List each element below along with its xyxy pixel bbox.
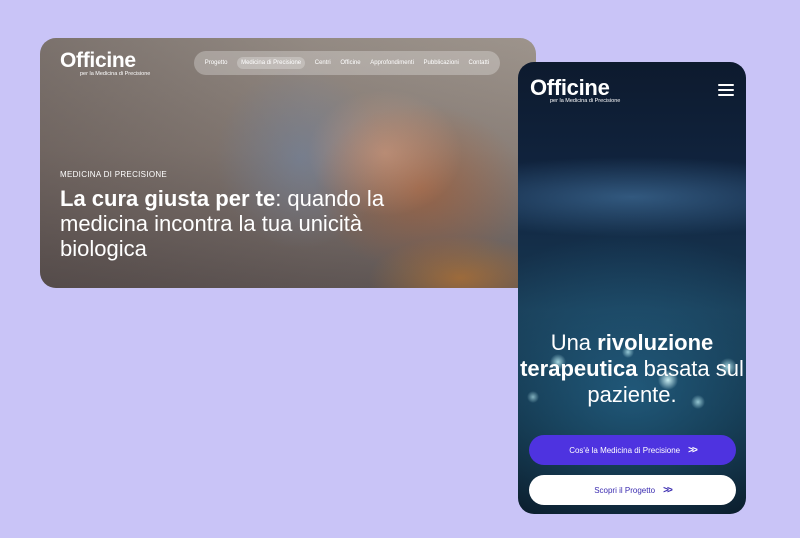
mobile-headline: Una rivoluzione terapeutica basata sul p… bbox=[518, 330, 746, 408]
nav-item-approfondimenti[interactable]: Approfondimenti bbox=[370, 60, 414, 66]
hero-headline: La cura giusta per te: quando la medicin… bbox=[60, 186, 420, 261]
desktop-preview: Officine per la Medicina di Precisione P… bbox=[40, 38, 536, 288]
nav-item-progetto[interactable]: Progetto bbox=[205, 60, 228, 66]
double-chevron-right-icon: >> bbox=[688, 444, 698, 456]
mobile-headline-pre: Una bbox=[550, 330, 598, 355]
hero-eyebrow: MEDICINA DI PRECISIONE bbox=[60, 170, 168, 179]
hero-headline-bold: La cura giusta per te bbox=[60, 186, 276, 211]
what-is-precision-medicine-button[interactable]: Cos'è la Medicina di Precisione >> bbox=[529, 435, 736, 465]
logo-wordmark: Officine bbox=[60, 49, 136, 72]
mobile-preview: Officine per la Medicina di Precisione U… bbox=[518, 62, 746, 514]
discover-project-button[interactable]: Scopri il Progetto >> bbox=[529, 475, 736, 505]
logo-wordmark: Officine bbox=[530, 75, 610, 100]
nav-item-medicina-di-precisione[interactable]: Medicina di Precisione bbox=[237, 57, 306, 69]
logo-tagline: per la Medicina di Precisione bbox=[550, 98, 621, 104]
primary-button-label: Cos'è la Medicina di Precisione bbox=[569, 445, 681, 455]
nav-item-contatti[interactable]: Contatti bbox=[468, 60, 489, 66]
nav-item-pubblicazioni[interactable]: Pubblicazioni bbox=[424, 60, 459, 66]
nav-item-officine[interactable]: Officine bbox=[340, 60, 360, 66]
mobile-logo[interactable]: Officine per la Medicina di Precisione bbox=[530, 76, 620, 104]
secondary-button-label: Scopri il Progetto bbox=[594, 485, 656, 495]
hamburger-icon[interactable] bbox=[718, 84, 734, 96]
desktop-logo[interactable]: Officine per la Medicina di Precisione bbox=[60, 49, 151, 78]
desktop-nav: Progetto Medicina di Precisione Centri O… bbox=[194, 51, 500, 75]
double-chevron-right-icon: >> bbox=[663, 484, 673, 496]
logo-tagline: per la Medicina di Precisione bbox=[80, 71, 151, 77]
nav-item-centri[interactable]: Centri bbox=[315, 60, 331, 66]
